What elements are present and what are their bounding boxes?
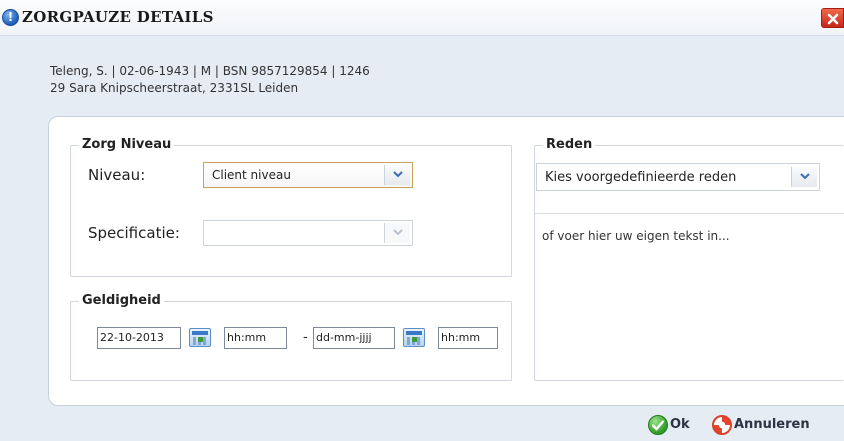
reden-select[interactable]: Kies voorgedefinieerde reden <box>536 163 820 191</box>
calendar-icon[interactable] <box>403 328 425 347</box>
close-button[interactable] <box>821 8 844 28</box>
ok-label: Ok <box>670 417 690 432</box>
start-date-input[interactable]: 22-10-2013 <box>97 327 181 349</box>
dialog-titlebar: ! ZORGPAUZE DETAILS <box>0 0 844 36</box>
chevron-down-icon[interactable] <box>384 223 410 243</box>
start-time-input[interactable]: hh:mm <box>224 327 287 349</box>
reden-text-input[interactable]: of voer hier uw eigen tekst in... <box>542 229 730 243</box>
chevron-down-icon[interactable] <box>791 167 817 187</box>
niveau-value: Client niveau <box>212 168 291 182</box>
divider <box>535 213 844 214</box>
lifebuoy-icon <box>712 415 732 435</box>
dialog-title: ZORGPAUZE DETAILS <box>22 8 214 26</box>
end-date-input[interactable]: dd-mm-jjjj <box>313 327 395 349</box>
end-time-input[interactable]: hh:mm <box>438 327 498 349</box>
niveau-label: Niveau: <box>88 166 146 184</box>
specificatie-label: Specificatie: <box>88 224 180 242</box>
specificatie-select[interactable] <box>203 220 413 246</box>
checkmark-icon <box>648 415 668 435</box>
calendar-icon[interactable] <box>189 328 211 347</box>
reden-value: Kies voorgedefinieerde reden <box>545 170 737 185</box>
geldigheid-legend: Geldigheid <box>79 293 164 308</box>
info-icon: ! <box>2 9 19 26</box>
reden-legend: Reden <box>543 137 596 152</box>
zorg-niveau-legend: Zorg Niveau <box>79 137 175 152</box>
patient-info: Teleng, S. | 02-06-1943 | M | BSN 985712… <box>50 64 370 78</box>
cancel-label: Annuleren <box>734 417 810 432</box>
patient-address: 29 Sara Knipscheerstraat, 2331SL Leiden <box>50 81 299 95</box>
date-range-separator: - <box>303 330 308 345</box>
close-icon <box>827 13 839 25</box>
chevron-down-icon[interactable] <box>384 165 410 185</box>
niveau-select[interactable]: Client niveau <box>203 162 413 188</box>
